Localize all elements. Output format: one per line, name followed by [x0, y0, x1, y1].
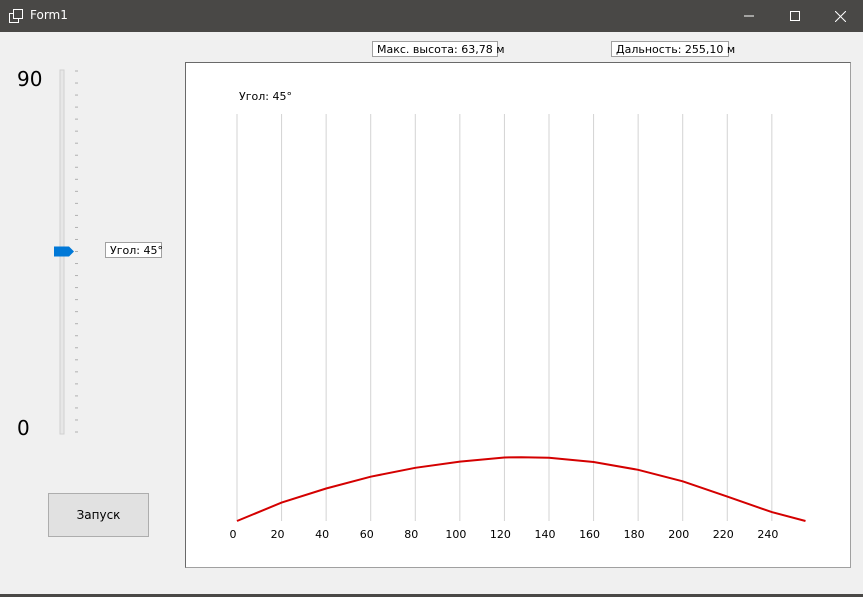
app-icon: [9, 9, 23, 23]
close-icon: [834, 10, 846, 22]
minimize-button[interactable]: [726, 0, 772, 32]
plot-angle-label: Угол: 45°: [239, 90, 292, 103]
x-tick-label: 200: [668, 528, 689, 541]
max-height-label: Макс. высота: 63,78 м: [372, 41, 505, 57]
minimize-icon: [744, 15, 754, 17]
x-tick-label: 60: [360, 528, 374, 541]
x-tick-label: 240: [757, 528, 778, 541]
x-tick-label: 120: [490, 528, 511, 541]
slider-min-label: 0: [17, 416, 30, 440]
slider-thumb[interactable]: [54, 246, 74, 257]
chart-x-ticks: 0 20 40 60 80 100 120 140 160 180 200 220 240: [230, 528, 779, 541]
x-tick-label: 0: [230, 528, 237, 541]
title-bar: Form1: [0, 0, 863, 32]
x-tick-label: 40: [315, 528, 329, 541]
x-tick-label: 180: [624, 528, 645, 541]
x-tick-label: 100: [445, 528, 466, 541]
angle-slider[interactable]: [50, 66, 90, 438]
x-tick-label: 20: [271, 528, 285, 541]
x-tick-label: 220: [713, 528, 734, 541]
chart-gridlines: [236, 114, 773, 521]
angle-slider-label: Угол: 45°: [105, 242, 163, 258]
maximize-icon: [790, 11, 800, 21]
maximize-button[interactable]: [772, 0, 818, 32]
trajectory-plot: 0 20 40 60 80 100 120 140 160 180 200 220 240 Угол: …: [185, 62, 851, 568]
slider-max-label: 90: [17, 67, 43, 91]
x-tick-label: 160: [579, 528, 600, 541]
close-button[interactable]: [817, 0, 863, 32]
trajectory-line: [236, 456, 806, 522]
window-title: Form1: [30, 8, 68, 22]
x-tick-label: 80: [404, 528, 418, 541]
x-tick-label: 140: [534, 528, 555, 541]
range-label: Дальность: 255,10 м: [611, 41, 735, 57]
launch-button[interactable]: Запуск: [48, 493, 149, 537]
slider-ticks: [75, 70, 78, 433]
trajectory-chart: 0 20 40 60 80 100 120 140 160 180 200 220 240: [230, 114, 806, 541]
